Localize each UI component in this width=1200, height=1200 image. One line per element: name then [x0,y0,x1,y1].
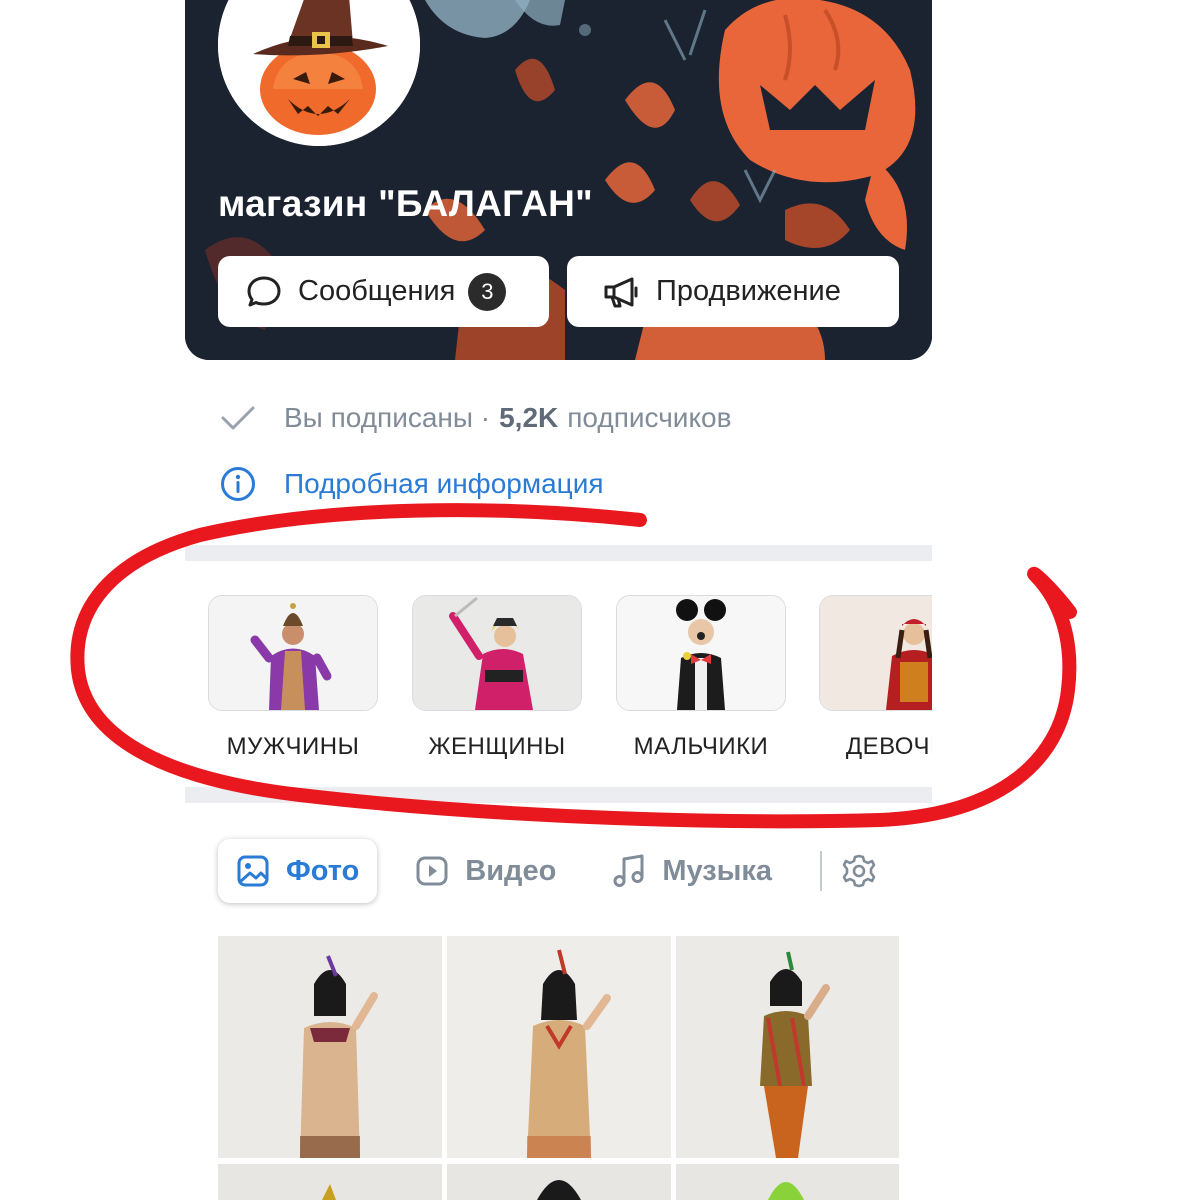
section-divider [185,545,932,561]
photo-thumbnail[interactable] [218,1164,442,1200]
category-label: МУЖЧИНЫ [226,733,360,760]
photo-thumbnail[interactable] [447,936,671,1158]
tabs-divider [820,851,823,891]
tab-video[interactable]: Видео [397,839,574,903]
tab-photo-label: Фото [286,854,360,887]
promotion-button[interactable]: Продвижение [567,256,899,327]
section-divider [185,787,932,803]
category-item-men[interactable]: МУЖЧИНЫ [208,595,378,761]
category-thumbnail [208,595,378,711]
more-info-link[interactable]: Подробная информация [220,466,604,502]
category-label: ДЕВОЧКИ [845,733,932,760]
category-item-women[interactable]: ЖЕНЩИНЫ [412,595,582,761]
cover-banner: магазин "БАЛАГАН" Сообщения 3 Продвижени… [185,0,932,360]
category-label: МАЛЬЧИКИ [633,733,769,760]
category-item-boys[interactable]: МАЛЬЧИКИ [616,595,786,761]
category-thumbnail [819,595,932,711]
subscribers-label: подписчиков [567,402,732,433]
photo-grid [218,936,899,1200]
photo-thumbnail[interactable] [218,936,442,1158]
video-icon [416,856,448,886]
group-page: магазин "БАЛАГАН" Сообщения 3 Продвижени… [185,0,932,1200]
subscription-row[interactable]: Вы подписаны · 5,2K подписчиков [220,402,731,434]
more-info-label: Подробная информация [284,468,604,499]
promotion-label: Продвижение [656,275,841,307]
tab-photo[interactable]: Фото [218,839,378,903]
group-name: магазин "БАЛАГАН" [218,183,593,224]
messages-label: Сообщения [298,275,456,307]
media-tabs: Фото Видео Музыка [218,838,878,904]
messages-button[interactable]: Сообщения 3 [218,256,549,327]
category-label: ЖЕНЩИНЫ [428,733,566,760]
subscribers-count: 5,2K [499,402,559,433]
megaphone-icon [604,277,638,307]
chat-bubble-icon [247,276,281,306]
info-icon [220,466,256,502]
photo-icon [237,855,269,887]
category-thumbnail [412,595,582,711]
tab-music[interactable]: Музыка [594,839,790,903]
category-carousel: МУЖЧИНЫ ЖЕНЩИНЫ МАЛЬЧИКИ ДЕВОЧ [185,561,932,787]
subscribed-status: Вы подписаны · [284,402,491,433]
photo-thumbnail[interactable] [676,1164,899,1200]
messages-count-badge: 3 [468,272,507,311]
category-item-girls[interactable]: ДЕВОЧКИ [819,595,932,761]
tab-music-label: Музыка [662,854,773,887]
category-thumbnail [616,595,786,711]
tab-video-label: Видео [465,854,557,887]
gear-icon[interactable] [840,852,878,890]
photo-thumbnail[interactable] [676,936,899,1158]
checkmark-icon [220,404,256,432]
music-note-icon [613,854,644,887]
photo-thumbnail[interactable] [447,1164,671,1200]
